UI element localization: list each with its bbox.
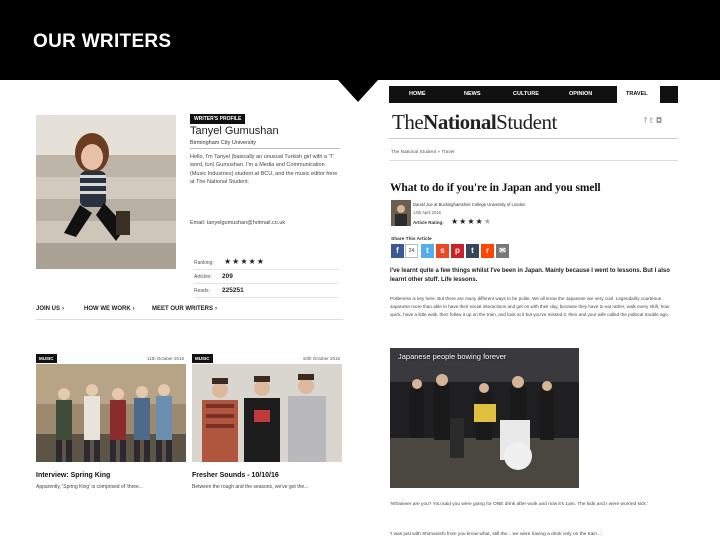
- share-label: Share This Article: [391, 237, 432, 242]
- nav-bar: HOME NEWS CULTURE OPINION TRAVEL: [389, 86, 678, 103]
- slide: OUR WRITERS WRITER'S PROFILE Tanyel Gumu…: [0, 0, 720, 540]
- divider: [389, 138, 678, 139]
- divider: [389, 160, 678, 161]
- video-title: Japanese people bowing forever: [398, 352, 507, 361]
- card-description: Between the rough and the seasons, we've…: [192, 484, 309, 490]
- arrow-right-icon: ›: [132, 306, 135, 312]
- rating-label: Article Rating:: [413, 220, 444, 225]
- author-avatar: [391, 200, 411, 226]
- breadcrumb[interactable]: The National Student » Travel: [391, 150, 454, 155]
- stat-label: Ranking:: [194, 260, 214, 266]
- card-image[interactable]: [36, 364, 186, 462]
- link-label: MEET OUR WRITERS: [152, 306, 213, 312]
- meet-our-writers-link[interactable]: MEET OUR WRITERS ›: [152, 306, 217, 312]
- star-icon: ★: [451, 217, 460, 226]
- stat-label: Articles:: [194, 274, 212, 280]
- pinterest-icon[interactable]: p: [451, 244, 464, 258]
- ranking-stars: ★★★★★: [224, 257, 265, 266]
- profile-photo: [36, 115, 176, 269]
- article-quote: 'Whatever are you? You said you were goi…: [390, 502, 649, 507]
- slide-title: OUR WRITERS: [33, 31, 172, 52]
- card-date: 11th October 2016: [147, 356, 184, 361]
- article-lede: I've learnt quite a few things whilst I'…: [390, 268, 670, 284]
- nav-opinion[interactable]: OPINION: [569, 91, 592, 97]
- divider: [190, 148, 340, 149]
- card-image[interactable]: [192, 364, 342, 462]
- star-outline-icon: ★: [483, 217, 492, 226]
- writer-name: Tanyel Gumushan: [190, 125, 279, 137]
- stat-reads: Reads: 225251: [194, 284, 339, 298]
- share-count: 24: [405, 244, 418, 258]
- card-title[interactable]: Interview: Spring King: [36, 472, 110, 479]
- writer-bio: Hello, I'm Tanyel (basically an unusual …: [190, 154, 338, 185]
- star-icon: ★: [475, 217, 484, 226]
- stat-ranking: Ranking: ★★★★★: [194, 256, 339, 270]
- article-body: Politeness is key here. But there are ma…: [390, 296, 670, 318]
- banner-notch: [338, 80, 378, 102]
- divider: [36, 319, 343, 320]
- writer-university: Birmingham City University: [190, 140, 257, 146]
- card-description: Apparently, 'Spring King' is comprised o…: [36, 484, 143, 490]
- writers-profile-tag: WRITER'S PROFILE: [190, 114, 246, 124]
- link-label: HOW WE WORK: [84, 306, 131, 312]
- star-icon: ★: [467, 217, 476, 226]
- logo-part: Student: [496, 110, 557, 134]
- article-date: 14th April 2016: [413, 210, 441, 215]
- card-category-tag: MUSIC: [192, 354, 213, 363]
- facebook-icon[interactable]: f: [391, 244, 404, 258]
- author-byline[interactable]: Daniel Joe at Buckinghamshire College Un…: [413, 202, 525, 207]
- article-screenshot: HOME NEWS CULTURE OPINION TRAVEL TheNati…: [389, 86, 678, 540]
- stumbleupon-icon[interactable]: s: [436, 244, 449, 258]
- twitter-icon[interactable]: t: [421, 244, 434, 258]
- article-title: What to do if you're in Japan and you sm…: [390, 182, 601, 194]
- article-rating-stars: ★★★★★: [451, 217, 492, 226]
- tumblr-icon[interactable]: t: [466, 244, 479, 258]
- email-icon[interactable]: ✉: [496, 244, 509, 258]
- video-player[interactable]: Japanese people bowing forever: [390, 348, 579, 488]
- join-us-link[interactable]: JOIN US ›: [36, 306, 64, 312]
- writer-email[interactable]: Email: tanyelgumushan@hotmail.co.uk: [190, 220, 285, 226]
- stat-label: Reads:: [194, 288, 210, 294]
- stat-value: 225251: [222, 287, 244, 294]
- instagram-icon[interactable]: ◘: [656, 116, 665, 125]
- title-banner: OUR WRITERS: [0, 0, 720, 80]
- header-social-icons: ft◘: [644, 116, 665, 125]
- nav-culture[interactable]: CULTURE: [513, 91, 539, 97]
- arrow-right-icon: ›: [62, 306, 65, 312]
- profile-screenshot: WRITER'S PROFILE Tanyel Gumushan Birming…: [36, 110, 343, 502]
- nav-news[interactable]: NEWS: [464, 91, 481, 97]
- nav-home[interactable]: HOME: [409, 91, 426, 97]
- logo-part: The: [392, 110, 424, 134]
- nav-label: TRAVEL: [626, 91, 648, 97]
- reddit-icon[interactable]: r: [481, 244, 494, 258]
- how-we-work-link[interactable]: HOW WE WORK ›: [84, 306, 135, 312]
- card-category-tag: MUSIC: [36, 354, 57, 363]
- logo-part: National: [423, 110, 497, 134]
- card-title[interactable]: Fresher Sounds - 10/10/16: [192, 472, 279, 479]
- link-label: JOIN US: [36, 306, 61, 312]
- arrow-right-icon: ›: [215, 306, 217, 312]
- nav-travel[interactable]: TRAVEL: [617, 86, 660, 103]
- site-logo[interactable]: TheNationalStudent: [392, 110, 557, 135]
- stat-articles: Articles: 209: [194, 270, 339, 284]
- stat-value: 209: [222, 273, 233, 280]
- article-quote: 'I was just with Shimanishi from you kno…: [390, 532, 602, 537]
- card-date: 10th October 2016: [302, 356, 340, 361]
- writer-stats: Ranking: ★★★★★ Articles: 209 Reads: 2252…: [194, 256, 339, 298]
